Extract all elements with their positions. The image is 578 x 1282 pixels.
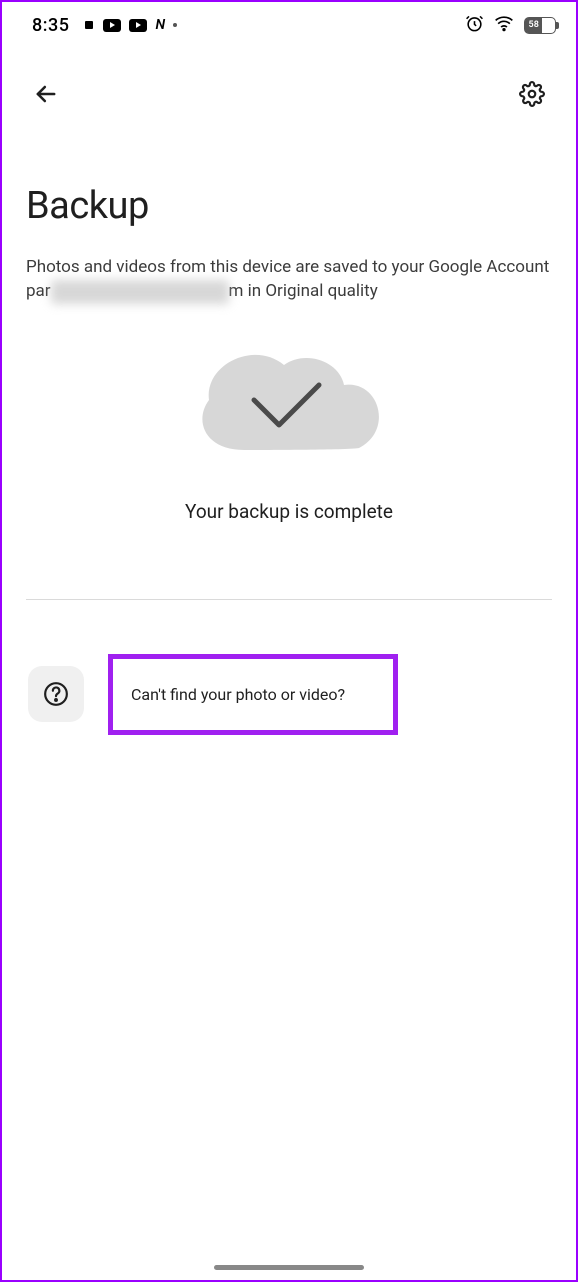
- arrow-left-icon: [32, 80, 60, 108]
- nav-bar: [2, 44, 576, 126]
- status-left: 8:35 N: [32, 15, 177, 36]
- help-circle-icon: [43, 681, 69, 707]
- home-indicator[interactable]: [214, 1265, 364, 1270]
- subtitle-prefix: par: [26, 281, 51, 301]
- battery-level: 58: [525, 18, 542, 33]
- help-row: Can't find your photo or video?: [26, 654, 552, 735]
- alarm-icon: [465, 14, 484, 37]
- cloud-check-icon: [184, 340, 394, 460]
- backup-status-text: Your backup is complete: [185, 500, 393, 523]
- app-icon-small: [83, 19, 95, 31]
- wifi-icon: [494, 13, 514, 37]
- subtitle-line1: Photos and videos from this device are s…: [26, 257, 549, 277]
- help-icon-container[interactable]: [28, 666, 84, 722]
- settings-button[interactable]: [510, 72, 554, 116]
- status-bar: 8:35 N 58: [2, 2, 576, 44]
- back-button[interactable]: [24, 72, 68, 116]
- backup-description: Photos and videos from this device are s…: [26, 256, 552, 304]
- more-notifications-dot: [173, 23, 177, 27]
- backup-status-graphic: Your backup is complete: [26, 340, 552, 523]
- status-right: 58: [465, 13, 556, 37]
- subtitle-suffix: m in Original quality: [229, 281, 378, 301]
- cant-find-link[interactable]: Can't find your photo or video?: [108, 654, 398, 735]
- n-icon: N: [155, 17, 165, 33]
- main-content: Backup Photos and videos from this devic…: [2, 184, 576, 735]
- battery-icon: 58: [524, 17, 556, 34]
- page-title: Backup: [26, 184, 552, 228]
- gear-icon: [519, 81, 545, 107]
- youtube-icon: [103, 19, 121, 32]
- status-time: 8:35: [32, 15, 69, 36]
- youtube-icon: [129, 19, 147, 32]
- cant-find-link-label: Can't find your photo or video?: [131, 685, 345, 704]
- redacted-email: redacted-email-address: [51, 280, 229, 304]
- divider: [26, 599, 552, 600]
